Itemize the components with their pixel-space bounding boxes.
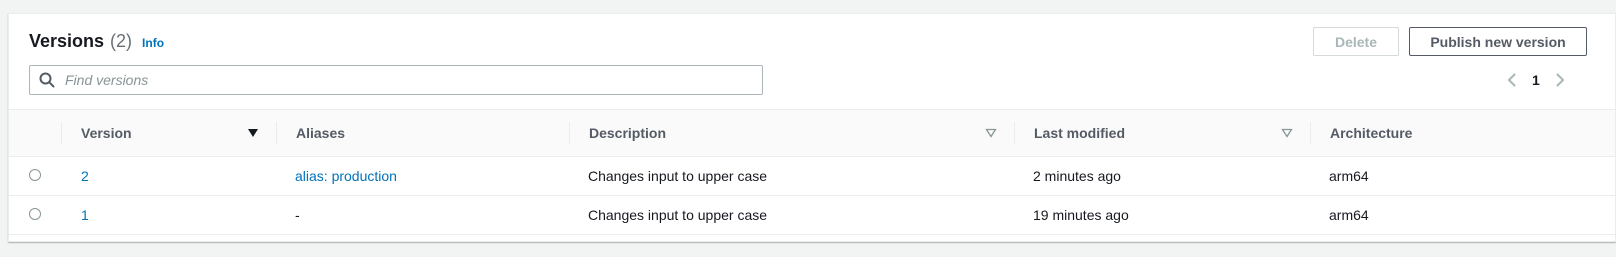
search-icon: [39, 72, 55, 88]
next-page-button[interactable]: [1553, 71, 1567, 89]
column-divider: [1014, 122, 1015, 144]
last-modified-cell: 19 minutes ago: [1033, 207, 1129, 223]
column-header-description[interactable]: Description: [569, 110, 1014, 156]
description-cell: Changes input to upper case: [588, 168, 768, 184]
publish-new-version-button[interactable]: Publish new version: [1409, 27, 1587, 56]
sort-unsorted-icon[interactable]: [985, 128, 997, 138]
sort-descending-icon[interactable]: [247, 128, 259, 138]
column-header-architecture[interactable]: Architecture: [1310, 110, 1610, 156]
column-header-last-modified[interactable]: Last modified: [1014, 110, 1310, 156]
table-header: Version Aliases Description Last modifie…: [9, 109, 1615, 157]
column-divider: [61, 122, 62, 144]
aliases-cell: -: [295, 207, 300, 223]
search-input[interactable]: [63, 71, 727, 89]
version-link[interactable]: 1: [81, 196, 89, 234]
column-label: Description: [589, 125, 667, 141]
column-divider: [276, 122, 277, 144]
pagination: 1: [1505, 71, 1567, 89]
version-link[interactable]: 2: [81, 157, 89, 195]
row-select-radio[interactable]: [29, 169, 41, 181]
delete-button[interactable]: Delete: [1313, 27, 1399, 56]
last-modified-cell: 2 minutes ago: [1033, 168, 1121, 184]
previous-page-button[interactable]: [1505, 71, 1519, 89]
info-link[interactable]: Info: [142, 36, 164, 50]
column-divider: [569, 122, 570, 144]
column-header-aliases[interactable]: Aliases: [276, 110, 569, 156]
column-label: Last modified: [1034, 125, 1126, 141]
table-row[interactable]: 2 alias: production Changes input to upp…: [9, 157, 1615, 196]
column-label: Aliases: [296, 125, 346, 141]
chevron-left-icon: [1507, 73, 1516, 87]
architecture-cell: arm64: [1329, 168, 1369, 184]
description-cell: Changes input to upper case: [588, 207, 768, 223]
table-row[interactable]: 1 - Changes input to upper case 19 minut…: [9, 196, 1615, 235]
sort-unsorted-icon[interactable]: [1281, 128, 1293, 138]
chevron-right-icon: [1556, 73, 1565, 87]
search-box[interactable]: [29, 65, 763, 95]
column-divider: [1310, 122, 1311, 144]
versions-panel: Versions (2) Info Delete Publish new ver…: [8, 13, 1616, 242]
alias-link[interactable]: alias: production: [295, 157, 397, 195]
column-header-version[interactable]: Version: [61, 110, 276, 156]
panel-header: Versions (2) Info: [29, 31, 164, 52]
versions-table: Version Aliases Description Last modifie…: [9, 109, 1615, 235]
column-label: Version: [81, 125, 132, 141]
row-select-radio[interactable]: [29, 208, 41, 220]
column-label: Architecture: [1330, 125, 1413, 141]
architecture-cell: arm64: [1329, 207, 1369, 223]
current-page-number[interactable]: 1: [1532, 72, 1540, 88]
page-title: Versions: [29, 31, 105, 51]
versions-count: (2): [110, 31, 133, 51]
